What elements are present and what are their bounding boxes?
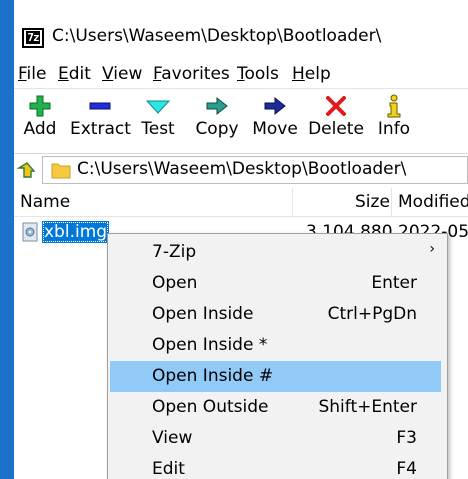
menu-tools-accel: T <box>237 64 245 84</box>
toolbar: Add Extract Test Copy Move Delete Info <box>14 88 468 151</box>
context-item-label: 7-Zip <box>152 242 197 262</box>
menu-favorites-rest: avorites <box>161 64 230 84</box>
menu-favorites-accel: F <box>153 64 162 84</box>
delete-x-icon <box>308 93 364 119</box>
file-name[interactable]: xbl.img <box>42 221 110 243</box>
context-item-label: Open Inside # <box>152 366 274 386</box>
test-button[interactable]: Test <box>138 93 178 139</box>
context-item-open-inside-hash[interactable]: Open Inside # <box>110 361 441 392</box>
menu-edit-rest: dit <box>68 64 91 84</box>
context-item-edit[interactable]: Edit F4 <box>110 454 441 479</box>
add-button[interactable]: Add <box>20 93 60 139</box>
column-modified[interactable]: Modified <box>398 192 468 212</box>
extract-button[interactable]: Extract <box>70 93 131 139</box>
context-item-label: Open Outside <box>152 397 269 417</box>
extract-label: Extract <box>70 119 131 139</box>
context-item-shortcut: Ctrl+PgDn <box>327 304 417 324</box>
move-label: Move <box>252 119 298 139</box>
desktop-background <box>0 0 14 479</box>
info-button[interactable]: Info <box>376 93 412 139</box>
context-item-shortcut: F4 <box>396 459 417 479</box>
move-arrow-icon <box>250 93 300 119</box>
context-menu: 7-Zip › Open Enter Open Inside Ctrl+PgDn… <box>107 233 448 479</box>
title-bar[interactable]: 7z C:\Users\Waseem\Desktop\Bootloader\ <box>14 0 468 58</box>
menu-favorites[interactable]: Favorites <box>153 64 230 84</box>
submenu-arrow-icon: › <box>429 241 435 257</box>
context-item-label: Open Inside * <box>152 335 268 355</box>
window-title: C:\Users\Waseem\Desktop\Bootloader\ <box>52 26 382 46</box>
check-down-icon <box>138 93 178 119</box>
context-item-open-inside[interactable]: Open Inside Ctrl+PgDn <box>110 299 441 330</box>
menu-view-accel: V <box>102 64 114 84</box>
context-item-label: Open <box>152 273 198 293</box>
menu-help-accel: H <box>292 64 305 84</box>
copy-label: Copy <box>195 119 239 139</box>
menu-view[interactable]: View <box>102 64 142 84</box>
menu-edit[interactable]: Edit <box>58 64 91 84</box>
column-separator[interactable] <box>292 188 293 216</box>
context-item-7zip[interactable]: 7-Zip › <box>110 237 441 268</box>
column-header: Name Size Modified <box>14 188 468 217</box>
address-bar: C:\Users\Waseem\Desktop\Bootloader\ <box>14 153 468 186</box>
minus-icon <box>70 93 130 119</box>
disk-image-file-icon <box>22 222 38 247</box>
7zip-file-manager-window: 7z C:\Users\Waseem\Desktop\Bootloader\ F… <box>14 0 468 479</box>
copy-button[interactable]: Copy <box>192 93 242 139</box>
menu-edit-accel: E <box>58 64 69 84</box>
menu-view-rest: iew <box>113 64 143 84</box>
delete-button[interactable]: Delete <box>308 93 364 139</box>
context-item-label: Open Inside <box>152 304 254 324</box>
context-item-shortcut: F3 <box>396 428 417 448</box>
menu-bar: File Edit View Favorites Tools Help <box>14 62 468 88</box>
path-text: C:\Users\Waseem\Desktop\Bootloader\ <box>77 159 407 179</box>
menu-file-rest: ile <box>26 64 47 84</box>
context-item-shortcut: Enter <box>371 273 417 293</box>
7zip-app-icon: 7z <box>22 28 44 48</box>
move-button[interactable]: Move <box>250 93 300 139</box>
context-item-shortcut: Shift+Enter <box>318 397 417 417</box>
info-icon <box>376 93 412 119</box>
menu-help[interactable]: Help <box>292 64 331 84</box>
column-separator[interactable] <box>391 188 392 216</box>
context-item-label: Edit <box>152 459 185 479</box>
context-item-open-outside[interactable]: Open Outside Shift+Enter <box>110 392 441 423</box>
context-item-view[interactable]: View F3 <box>110 423 441 454</box>
folder-icon <box>51 161 71 183</box>
context-item-label: View <box>152 428 193 448</box>
context-item-open-inside-star[interactable]: Open Inside * <box>110 330 441 361</box>
menu-tools-rest: ools <box>244 64 279 84</box>
plus-icon <box>20 93 60 119</box>
folder-up-icon[interactable] <box>16 161 36 183</box>
menu-tools[interactable]: Tools <box>237 64 279 84</box>
column-size[interactable]: Size <box>355 192 390 212</box>
menu-file[interactable]: File <box>18 64 46 84</box>
app-icon-text: 7z <box>26 31 40 44</box>
delete-label: Delete <box>308 119 364 139</box>
info-label: Info <box>377 119 411 139</box>
column-name[interactable]: Name <box>20 192 70 212</box>
menu-help-rest: elp <box>304 64 331 84</box>
path-input[interactable]: C:\Users\Waseem\Desktop\Bootloader\ <box>42 156 468 184</box>
add-label: Add <box>23 119 57 139</box>
context-item-open[interactable]: Open Enter <box>110 268 441 299</box>
copy-arrow-icon <box>192 93 242 119</box>
menu-file-accel: F <box>18 64 27 84</box>
test-label: Test <box>141 119 175 139</box>
